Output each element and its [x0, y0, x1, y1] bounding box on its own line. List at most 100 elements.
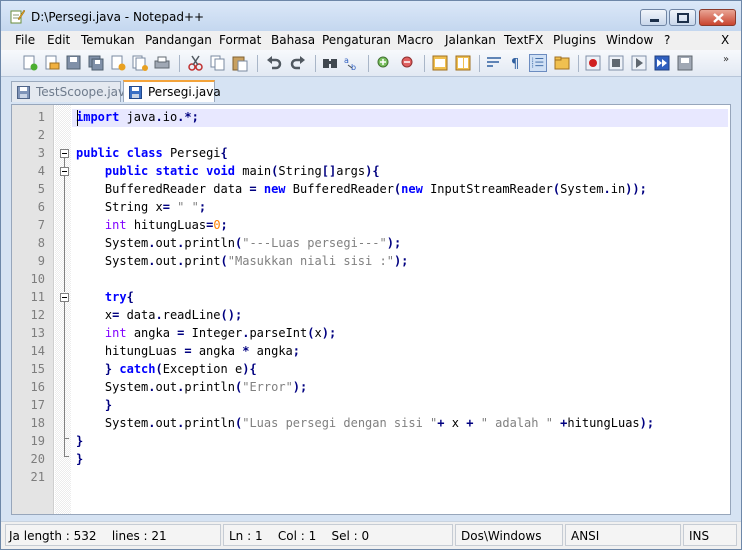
fold-line [64, 438, 65, 456]
print-icon[interactable] [153, 54, 171, 72]
code-line: import java.io.*; [76, 110, 199, 124]
code-line: System.out.println("Error"); [76, 380, 308, 394]
line-number: 15 [30, 362, 45, 376]
close-document-button[interactable]: X [721, 33, 729, 47]
toolbar: ab ¶ » [1, 50, 741, 77]
run-macro-multiple-icon[interactable] [653, 54, 671, 72]
toolbar-overflow-button[interactable]: » [723, 54, 729, 65]
menu-window[interactable]: Window [606, 33, 653, 47]
code-line: System.out.println("---Luas persegi---")… [76, 236, 402, 250]
toolbar-separator [179, 55, 180, 72]
menu-temukan[interactable]: Temukan [81, 33, 135, 47]
copy-icon[interactable] [209, 54, 227, 72]
close-file-icon[interactable] [109, 54, 127, 72]
line-number-gutter: 1 2 3 4 5 6 7 8 9 10 11 12 13 14 15 16 17 18 19 20 21 [12, 105, 54, 514]
folder-icon[interactable] [553, 54, 571, 72]
menu-format[interactable]: Format [219, 33, 261, 47]
toolbar-separator [257, 55, 258, 72]
menu-pengaturan[interactable]: Pengaturan [322, 33, 391, 47]
code-line: public class Persegi{ [76, 146, 228, 160]
record-macro-icon[interactable] [584, 54, 602, 72]
menu-macro[interactable]: Macro [397, 33, 433, 47]
undo-icon[interactable] [265, 54, 283, 72]
line-number: 21 [30, 470, 45, 484]
fold-line [64, 302, 65, 438]
cut-icon[interactable] [187, 54, 205, 72]
line-number: 16 [30, 380, 45, 394]
line-number: 20 [30, 452, 45, 466]
sync-horizontal-icon[interactable] [454, 54, 472, 72]
menu-jalankan[interactable]: Jalankan [445, 33, 496, 47]
word-wrap-icon[interactable] [485, 54, 503, 72]
code-line: } [76, 452, 84, 466]
sync-vertical-icon[interactable] [431, 54, 449, 72]
maximize-icon [677, 13, 689, 23]
status-file-info: Ja length : 532 lines : 21 [5, 524, 221, 546]
tab-label: Persegi.java [148, 85, 221, 99]
status-position: Ln : 1 Col : 1 Sel : 0 [223, 524, 453, 546]
code-line: System.out.print("Masukkan niali sisi :"… [76, 254, 409, 268]
line-number: 17 [30, 398, 45, 412]
save-macro-icon[interactable] [676, 54, 694, 72]
zoom-in-icon[interactable] [375, 54, 393, 72]
menu-edit[interactable]: Edit [47, 33, 70, 47]
indent-guide-icon[interactable] [529, 54, 547, 72]
saved-file-icon [17, 86, 30, 99]
show-all-chars-icon[interactable]: ¶ [507, 54, 525, 72]
menu-bar: File Edit Temukan Pandangan Format Bahas… [1, 31, 741, 50]
code-line: hitungLuas = angka * angka; [76, 344, 301, 358]
menu-file[interactable]: File [15, 33, 35, 47]
status-length: length : 532 [23, 529, 97, 543]
line-number: 3 [37, 146, 45, 160]
line-number: 13 [30, 326, 45, 340]
code-line: BufferedReader data = new BufferedReader… [76, 182, 647, 196]
maximize-button[interactable] [669, 9, 696, 26]
line-number: 2 [37, 128, 45, 142]
code-line: int hitungLuas=0; [104, 218, 228, 232]
fold-toggle[interactable] [60, 293, 69, 302]
find-icon[interactable] [321, 54, 339, 72]
save-all-icon[interactable] [87, 54, 105, 72]
menu-bahasa[interactable]: Bahasa [271, 33, 315, 47]
line-number: 7 [37, 218, 45, 232]
toolbar-separator [424, 55, 425, 72]
play-macro-icon[interactable] [630, 54, 648, 72]
notepad-app-icon [10, 9, 25, 24]
line-number: 12 [30, 308, 45, 322]
new-file-icon[interactable] [21, 54, 39, 72]
redo-icon[interactable] [289, 54, 307, 72]
text-caret [77, 110, 78, 126]
status-eol: Dos\Windows [455, 524, 563, 546]
tab-persegi-java[interactable]: Persegi.java [123, 80, 221, 102]
line-number: 10 [30, 272, 45, 286]
open-file-icon[interactable] [43, 54, 61, 72]
status-bar: Ja length : 532 lines : 21 Ln : 1 Col : … [1, 521, 741, 549]
code-line: public static void main(String[]args){ [104, 164, 380, 178]
menu-textfx[interactable]: TextFX [504, 33, 543, 47]
tab-testscoope-java[interactable]: TestScoope.java [11, 81, 133, 102]
line-number: 19 [30, 434, 45, 448]
stop-macro-icon[interactable] [607, 54, 625, 72]
status-col: Col : 1 [277, 529, 317, 543]
tab-bar: TestScoope.java Persegi.java [1, 78, 741, 102]
code-editor[interactable]: 1 2 3 4 5 6 7 8 9 10 11 12 13 14 15 16 17 18 19 20 21 import… [11, 104, 731, 515]
close-all-icon[interactable] [131, 54, 149, 72]
save-icon[interactable] [65, 54, 83, 72]
minimize-button[interactable] [640, 9, 667, 26]
zoom-out-icon[interactable] [399, 54, 417, 72]
menu-help[interactable]: ? [664, 33, 670, 47]
fold-toggle[interactable] [60, 167, 69, 176]
replace-icon[interactable]: ab [343, 54, 361, 72]
code-line: System.out.println("Luas persegi dengan … [76, 416, 655, 430]
menu-plugins[interactable]: Plugins [553, 33, 596, 47]
fold-line [64, 176, 65, 292]
menu-pandangan[interactable]: Pandangan [145, 33, 212, 47]
fold-toggle[interactable] [60, 149, 69, 158]
line-number: 11 [30, 290, 45, 304]
line-number: 1 [37, 110, 45, 124]
close-window-button[interactable] [699, 9, 736, 26]
code-line: } catch(Exception e){ [104, 362, 257, 376]
status-insert-mode: INS [683, 524, 737, 546]
paste-icon[interactable] [231, 54, 249, 72]
line-number: 18 [30, 416, 45, 430]
